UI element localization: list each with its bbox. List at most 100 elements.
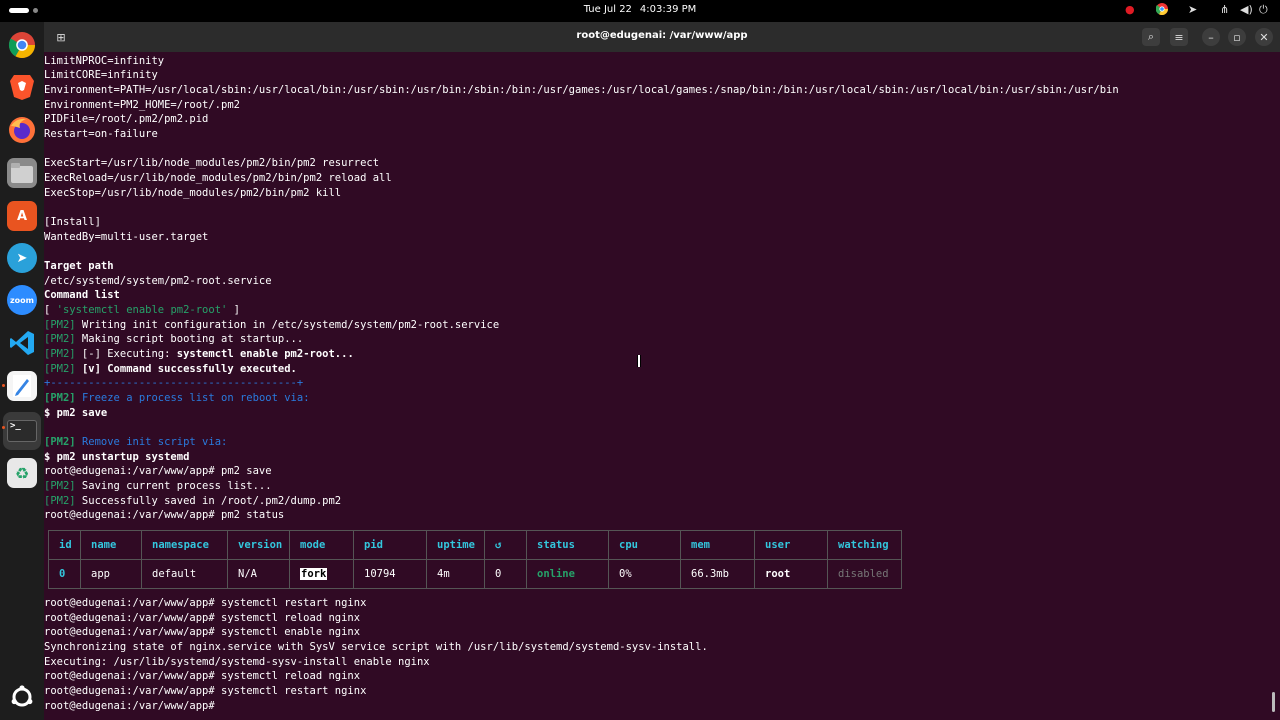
- col-header: name: [80, 530, 142, 560]
- app-center-icon[interactable]: A: [7, 201, 37, 231]
- window-titlebar[interactable]: ⊞ root@edugenai: /var/www/app ⌕ ≡ – ▫ ✕: [44, 22, 1280, 52]
- terminal-line: [PM2] Freeze a process list on reboot vi…: [44, 391, 310, 405]
- pm2-tag: [PM2]: [44, 392, 76, 404]
- line-text: Making script booting at startup...: [75, 333, 304, 345]
- vscode-icon[interactable]: [7, 328, 37, 358]
- volume-icon[interactable]: ◀): [1240, 3, 1253, 16]
- terminal-line: Executing: /usr/lib/systemd/systemd-sysv…: [44, 656, 430, 668]
- terminal-divider: +---------------------------------------…: [44, 377, 304, 389]
- terminal-icon[interactable]: >_: [3, 412, 41, 450]
- top-bar: Tue Jul 22 4:03:39 PM ● ➤ ⋔ ◀) ⏻: [0, 0, 1280, 22]
- bracket-close: ]: [227, 304, 240, 316]
- cell-namespace: default: [141, 559, 228, 589]
- network-icon[interactable]: ⋔: [1220, 3, 1229, 16]
- cell-mem: 66.3mb: [680, 559, 755, 589]
- trash-icon[interactable]: ♻: [7, 458, 37, 488]
- terminal-line: Command list: [44, 289, 120, 301]
- col-header: id: [48, 530, 81, 560]
- mouse-cursor-icon: [637, 355, 641, 367]
- terminal-line: PIDFile=/root/.pm2/pm2.pid: [44, 113, 209, 125]
- pm2-tag: [PM2]: [44, 363, 76, 375]
- line-text-bold: [v] Command successfully executed.: [81, 363, 297, 375]
- mode-badge: fork: [300, 568, 328, 580]
- terminal-line: Restart=on-failure: [44, 128, 158, 140]
- terminal-line: [PM2] Saving current process list...: [44, 479, 272, 493]
- terminal-line: Synchronizing state of nginx.service wit…: [44, 641, 708, 653]
- terminal-line: root@edugenai:/var/www/app# systemctl re…: [44, 670, 361, 682]
- terminal-line: ExecReload=/usr/lib/node_modules/pm2/bin…: [44, 172, 392, 184]
- restart-count-icon: ↺: [484, 530, 527, 560]
- terminal-line: [Install]: [44, 216, 101, 228]
- window-title: root@edugenai: /var/www/app: [576, 30, 748, 41]
- terminal-line: [PM2] Remove init script via:: [44, 435, 227, 449]
- bracket-open: [: [44, 304, 57, 316]
- brave-icon[interactable]: [7, 72, 37, 102]
- table-row: 0 app default N/A fork 10794 4m 0 online…: [48, 559, 902, 589]
- clock-date: Tue Jul 22: [583, 4, 632, 15]
- pm2-tag: [PM2]: [44, 333, 76, 345]
- cell-pid: 10794: [353, 559, 427, 589]
- telegram-icon[interactable]: ➤: [7, 243, 37, 273]
- col-header: mode: [289, 530, 354, 560]
- cell-restarts: 0: [484, 559, 527, 589]
- maximize-icon[interactable]: ▫: [1228, 28, 1246, 46]
- col-header: uptime: [426, 530, 485, 560]
- col-header: user: [754, 530, 828, 560]
- pm2-tag: [PM2]: [44, 480, 76, 492]
- terminal-line: [PM2] Writing init configuration in /etc…: [44, 318, 499, 332]
- close-icon[interactable]: ✕: [1255, 28, 1273, 46]
- cell-watching: disabled: [827, 559, 902, 589]
- pm2-tag: [PM2]: [44, 319, 76, 331]
- terminal-line: [PM2] Making script booting at startup..…: [44, 332, 303, 346]
- col-header: namespace: [141, 530, 228, 560]
- line-text: Remove init script via:: [81, 436, 228, 448]
- cell-cpu: 0%: [608, 559, 681, 589]
- terminal-line: [ 'systemctl enable pm2-root' ]: [44, 303, 240, 317]
- screen-record-icon[interactable]: ●: [1125, 3, 1135, 16]
- scrollbar[interactable]: [1272, 692, 1275, 712]
- telegram-tray-icon[interactable]: ➤: [1188, 3, 1197, 16]
- terminal-line: [PM2] Successfully saved in /root/.pm2/d…: [44, 494, 341, 508]
- zoom-icon[interactable]: zoom: [7, 285, 37, 315]
- terminal-line: LimitNPROC=infinity: [44, 55, 165, 67]
- cell-id: 0: [48, 559, 81, 589]
- line-text: Writing init configuration in /etc/syste…: [75, 319, 500, 331]
- clock-time: 4:03:39 PM: [639, 4, 697, 15]
- cell-version: N/A: [227, 559, 290, 589]
- pm2-tag: [PM2]: [44, 436, 76, 448]
- col-header: mem: [680, 530, 755, 560]
- terminal-prompt[interactable]: root@edugenai:/var/www/app#: [44, 699, 221, 713]
- dock: A ➤ zoom >_ ♻: [0, 22, 44, 720]
- pm2-status-table: id name namespace version mode pid uptim…: [48, 530, 902, 589]
- terminal-line: $ pm2 unstartup systemd: [44, 451, 190, 463]
- files-icon[interactable]: [7, 158, 37, 188]
- search-icon[interactable]: ⌕: [1142, 28, 1160, 46]
- line-text: [-] Executing:: [75, 348, 177, 360]
- minimize-icon[interactable]: –: [1202, 28, 1220, 46]
- line-text: Freeze a process list on reboot via:: [81, 392, 310, 404]
- terminal-line: root@edugenai:/var/www/app# systemctl re…: [44, 612, 361, 624]
- terminal-line: root@edugenai:/var/www/app# pm2 save: [44, 465, 272, 477]
- show-apps-icon[interactable]: [7, 682, 37, 712]
- menu-icon[interactable]: ≡: [1170, 28, 1188, 46]
- line-text-bold: systemctl enable pm2-root...: [176, 348, 354, 360]
- col-header: version: [227, 530, 290, 560]
- power-icon[interactable]: ⏻: [1259, 3, 1268, 17]
- firefox-icon[interactable]: [7, 115, 37, 145]
- clock[interactable]: Tue Jul 22 4:03:39 PM: [0, 4, 1280, 15]
- text-editor-icon[interactable]: [7, 371, 37, 401]
- chrome-tray-icon[interactable]: [1155, 3, 1168, 18]
- terminal-output[interactable]: LimitNPROC=infinity LimitCORE=infinity E…: [44, 52, 1272, 720]
- terminal-line: Target path: [44, 260, 114, 272]
- terminal-line: /etc/systemd/system/pm2-root.service: [44, 275, 272, 287]
- col-header: watching: [827, 530, 902, 560]
- terminal-line: ExecStart=/usr/lib/node_modules/pm2/bin/…: [44, 157, 380, 169]
- cell-name: app: [80, 559, 142, 589]
- terminal-line: Environment=PATH=/usr/local/sbin:/usr/lo…: [44, 84, 1119, 96]
- zoom-label: zoom: [10, 295, 34, 305]
- chrome-icon[interactable]: [7, 30, 37, 60]
- cell-uptime: 4m: [426, 559, 485, 589]
- command-item: 'systemctl enable pm2-root': [56, 304, 228, 316]
- terminal-line: $ pm2 save: [44, 407, 108, 419]
- pm2-tag: [PM2]: [44, 348, 76, 360]
